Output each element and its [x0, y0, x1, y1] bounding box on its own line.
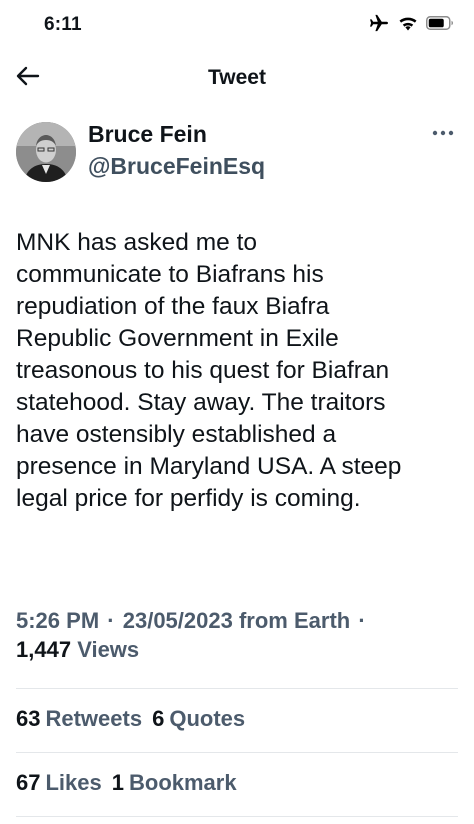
author-name[interactable]: Bruce Fein	[88, 121, 207, 148]
stats-row-shares: 63 Retweets 6 Quotes	[16, 706, 245, 732]
tweet-date[interactable]: 23/05/2023	[123, 608, 233, 633]
bookmarks-label: Bookmark	[129, 770, 237, 795]
wifi-icon	[398, 15, 418, 36]
status-bar: 6:11	[0, 0, 474, 50]
meta-separator: ·	[107, 608, 115, 633]
tweet-source: from Earth	[238, 608, 351, 633]
tweet-text: MNK has asked me to communicate to Biafr…	[16, 229, 402, 512]
meta-separator: ·	[358, 608, 366, 633]
page-title: Tweet	[208, 66, 266, 89]
quotes-count: 6	[152, 706, 165, 731]
likes-stat[interactable]: 67 Likes	[16, 770, 102, 796]
bookmarks-stat[interactable]: 1 Bookmark	[112, 770, 237, 796]
status-icons	[368, 14, 454, 37]
status-time: 6:11	[44, 14, 82, 35]
retweets-stat[interactable]: 63 Retweets	[16, 706, 142, 732]
tweet-time[interactable]: 5:26 PM	[16, 608, 99, 633]
airplane-icon	[368, 14, 390, 37]
tweet-meta: 5:26 PM · 23/05/2023 from Earth ·	[16, 605, 456, 637]
bookmarks-count: 1	[111, 770, 124, 795]
likes-count: 67	[16, 770, 41, 795]
more-options-button[interactable]	[428, 122, 458, 142]
retweets-label: Retweets	[45, 706, 143, 731]
battery-icon	[426, 16, 454, 35]
quotes-label: Quotes	[169, 706, 246, 731]
avatar[interactable]	[16, 122, 76, 182]
stats-row-likes: 67 Likes 1 Bookmark	[16, 770, 237, 796]
more-options-icon	[432, 123, 454, 141]
tweet-author: Bruce Fein @BruceFeinEsq	[16, 118, 458, 184]
divider	[16, 752, 458, 753]
divider	[16, 688, 458, 689]
author-handle[interactable]: @BruceFeinEsq	[88, 153, 265, 180]
likes-label: Likes	[45, 770, 102, 795]
views-number: 1,447	[16, 637, 72, 662]
retweets-count: 63	[16, 706, 41, 731]
views-count[interactable]: 1,447 Views	[16, 637, 139, 663]
views-label: Views	[77, 637, 140, 662]
nav-bar: Tweet	[0, 58, 474, 98]
divider	[16, 816, 458, 817]
quotes-stat[interactable]: 6 Quotes	[152, 706, 245, 732]
